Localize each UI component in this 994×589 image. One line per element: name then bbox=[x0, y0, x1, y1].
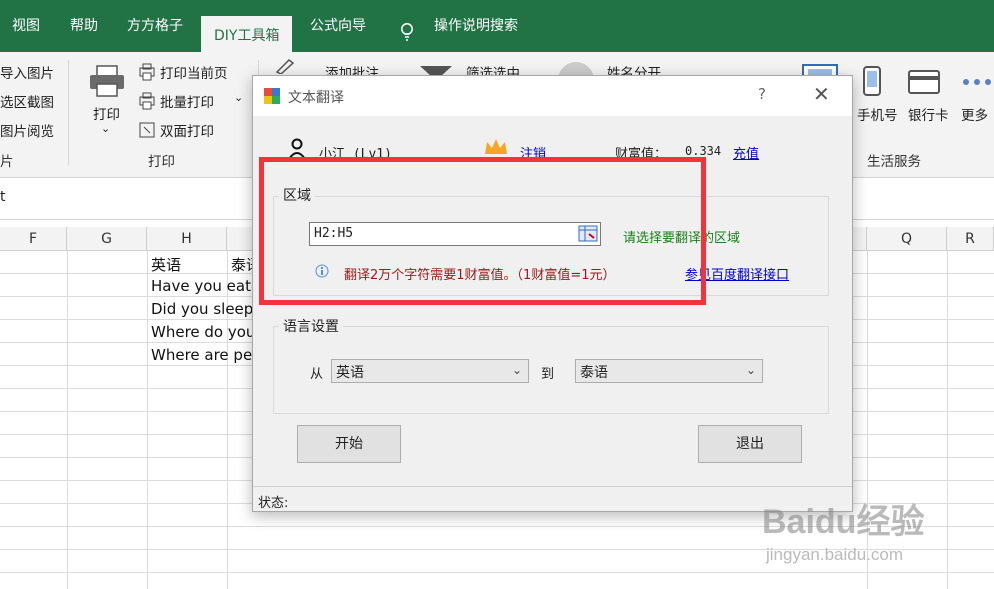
chevron-down-icon[interactable]: ⌄ bbox=[234, 91, 243, 104]
lightbulb-icon bbox=[401, 23, 413, 41]
phone-icon bbox=[863, 66, 881, 96]
import-picture-button[interactable]: 导入图片 bbox=[0, 62, 54, 82]
search-help-input[interactable]: 操作说明搜索 bbox=[434, 15, 518, 35]
column-header-g[interactable]: G bbox=[67, 227, 147, 251]
chevron-down-icon: ⌄ bbox=[745, 363, 756, 377]
tab-formula-wizard[interactable]: 公式向导 bbox=[310, 15, 366, 35]
cell-h4[interactable]: Where do you bbox=[151, 323, 253, 341]
duplex-print-icon bbox=[139, 122, 155, 138]
tab-fangfang[interactable]: 方方格子 bbox=[127, 15, 183, 35]
close-button[interactable]: ✕ bbox=[813, 82, 830, 106]
recharge-link[interactable]: 充值 bbox=[733, 143, 759, 162]
tab-diy-toolbox[interactable]: DIY工具箱 bbox=[201, 16, 293, 52]
from-label: 从 bbox=[310, 367, 324, 382]
more-button[interactable]: 更多 bbox=[961, 104, 988, 124]
chevron-down-icon: ⌄ bbox=[511, 363, 522, 377]
print-button[interactable]: 打印 bbox=[93, 103, 120, 123]
column-header-r[interactable]: R bbox=[947, 227, 994, 251]
dialog-title: 文本翻译 bbox=[288, 90, 344, 106]
cell-h1[interactable]: 英语 bbox=[151, 254, 181, 275]
group-label-life-services: 生活服务 bbox=[867, 154, 921, 170]
phone-number-button[interactable]: 手机号 bbox=[857, 104, 898, 124]
dialog-title-bar[interactable]: 文本翻译 ? ✕ bbox=[253, 76, 852, 116]
picture-viewer-button[interactable]: 图片阅览 bbox=[0, 120, 54, 140]
app-icon bbox=[264, 88, 280, 104]
status-divider bbox=[253, 486, 852, 487]
print-current-page-button[interactable]: 打印当前页 bbox=[160, 62, 228, 82]
column-header-q[interactable]: Q bbox=[867, 227, 947, 251]
to-label: 到 bbox=[541, 367, 555, 382]
cell-h2[interactable]: Have you eaten bbox=[151, 277, 253, 295]
cell-i1[interactable]: 泰语 bbox=[231, 254, 253, 275]
wealth-value: 0.334 bbox=[685, 144, 722, 158]
target-language-value: 泰语 bbox=[580, 365, 608, 381]
printer-icon bbox=[90, 65, 124, 97]
watermark-brand: Baidu经验 bbox=[762, 503, 925, 541]
print-page-icon bbox=[139, 63, 155, 81]
language-legend: 语言设置 bbox=[279, 316, 343, 336]
bank-card-button[interactable]: 银行卡 bbox=[908, 104, 949, 124]
crown-icon bbox=[485, 139, 507, 154]
source-language-value: 英语 bbox=[336, 365, 364, 381]
group-label-print: 打印 bbox=[148, 154, 175, 170]
group-separator bbox=[68, 60, 69, 165]
tab-view[interactable]: 视图 bbox=[12, 15, 40, 35]
duplex-print-button[interactable]: 双面打印 bbox=[160, 120, 214, 140]
target-language-select[interactable]: 泰语 ⌄ bbox=[575, 359, 763, 383]
highlight-box bbox=[259, 157, 706, 305]
more-dots-icon bbox=[963, 79, 991, 85]
cell-h5[interactable]: Where are pe bbox=[151, 346, 253, 364]
column-header-p[interactable] bbox=[853, 227, 867, 251]
region-screenshot-button[interactable]: 选区截图 bbox=[0, 91, 54, 111]
source-language-select[interactable]: 英语 ⌄ bbox=[331, 359, 529, 383]
status-label: 状态: bbox=[258, 496, 289, 511]
column-header-i[interactable] bbox=[227, 227, 254, 251]
cell-h3[interactable]: Did you sleep bbox=[151, 300, 253, 318]
comment-icon bbox=[275, 59, 295, 74]
group-label-picture: 片 bbox=[0, 154, 14, 170]
chevron-down-icon[interactable]: ⌄ bbox=[101, 122, 110, 135]
column-header-f[interactable]: F bbox=[0, 227, 67, 251]
tab-help[interactable]: 帮助 bbox=[70, 15, 98, 35]
column-header-h[interactable]: H bbox=[147, 227, 227, 251]
help-button[interactable]: ? bbox=[758, 85, 766, 103]
batch-print-icon bbox=[139, 92, 155, 110]
batch-print-button[interactable]: 批量打印 bbox=[160, 91, 214, 111]
exit-button[interactable]: 退出 bbox=[698, 425, 802, 463]
formula-bar-text: t bbox=[0, 189, 6, 205]
ribbon-tab-bar: 视图 帮助 方方格子 DIY工具箱 公式向导 操作说明搜索 bbox=[0, 0, 994, 52]
bank-card-icon bbox=[908, 70, 940, 94]
watermark-url: jingyan.baidu.com bbox=[766, 545, 904, 564]
start-button[interactable]: 开始 bbox=[297, 425, 401, 463]
